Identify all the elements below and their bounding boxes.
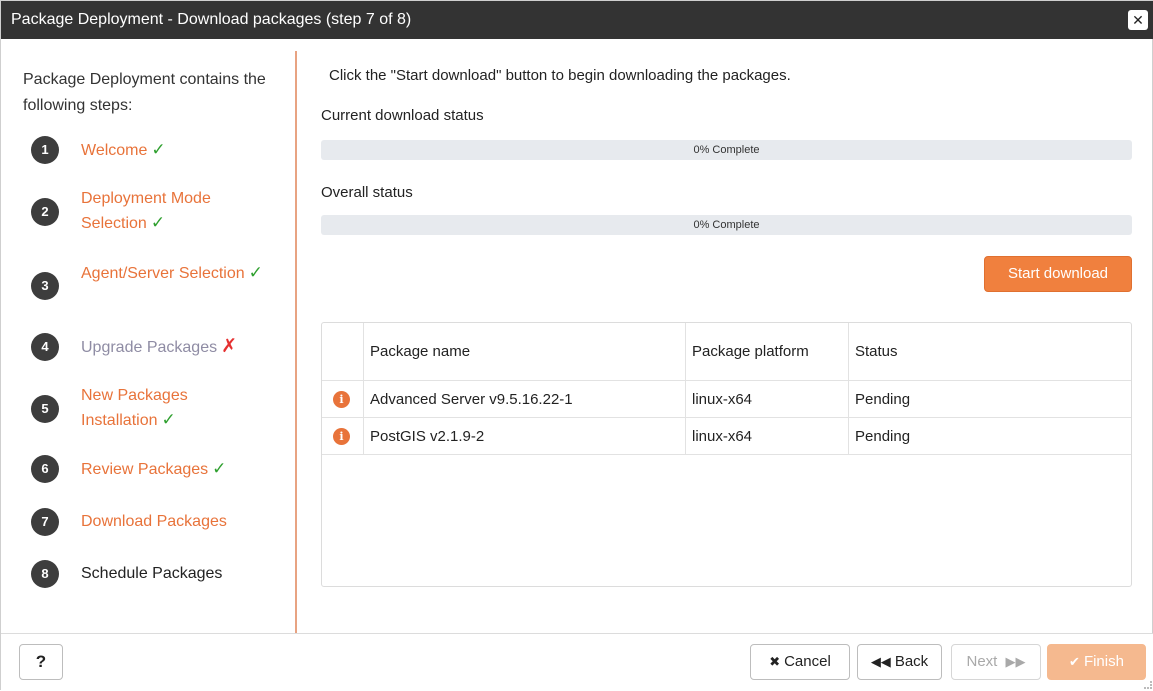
overall-status-label: Overall status xyxy=(321,184,413,201)
step-label: Deployment Mode Selection xyxy=(81,190,211,232)
close-button[interactable]: ✕ xyxy=(1128,10,1148,30)
table-row[interactable]: i Advanced Server v9.5.16.22-1 linux-x64… xyxy=(322,381,1131,418)
column-header-package-platform[interactable]: Package platform xyxy=(686,323,849,380)
checkmark-icon: ✓ xyxy=(161,410,176,429)
table-row[interactable]: i PostGIS v2.1.9-2 linux-x64 Pending xyxy=(322,418,1131,455)
checkmark-icon: ✓ xyxy=(150,213,166,232)
overall-progress-text: 0% Complete xyxy=(693,219,760,231)
step-number-badge: 6 xyxy=(31,455,59,483)
package-platform-cell: linux-x64 xyxy=(686,381,849,417)
package-deployment-dialog: Package Deployment - Download packages (… xyxy=(0,0,1153,691)
info-icon[interactable]: i xyxy=(333,428,350,445)
step-label: Download Packages xyxy=(81,513,227,530)
step-number-badge: 2 xyxy=(31,198,59,226)
step-number-badge: 1 xyxy=(31,136,59,164)
step-upgrade-packages: 4 Upgrade Packages ✗ xyxy=(31,333,286,387)
table-header-row: Package name Package platform Status xyxy=(322,323,1131,381)
next-label: Next xyxy=(966,653,998,670)
column-header-package-name[interactable]: Package name xyxy=(364,323,686,380)
step-number-badge: 3 xyxy=(31,272,59,300)
close-icon: ✖ xyxy=(769,654,781,669)
step-label: Upgrade Packages xyxy=(81,339,218,356)
package-name-cell: PostGIS v2.1.9-2 xyxy=(364,418,686,454)
back-label: Back xyxy=(894,653,929,670)
checkmark-icon: ✓ xyxy=(151,140,166,159)
checkmark-icon: ✓ xyxy=(212,459,227,478)
package-platform-cell: linux-x64 xyxy=(686,418,849,454)
package-status-cell: Pending xyxy=(855,428,911,445)
instructions-text: Click the "Start download" button to beg… xyxy=(329,67,791,84)
step-agent-server-selection: 3 Agent/Server Selection ✓ xyxy=(31,263,286,326)
title-bar: Package Deployment - Download packages (… xyxy=(1,1,1153,39)
step-number-badge: 8 xyxy=(31,560,59,588)
steps-sidebar: Package Deployment contains the followin… xyxy=(9,51,297,633)
packages-table: Package name Package platform Status i A… xyxy=(321,322,1132,587)
step-label: Welcome xyxy=(81,142,148,159)
step-new-packages-installation: 5 New Packages Installation ✓ xyxy=(31,387,286,449)
info-icon[interactable]: i xyxy=(333,391,350,408)
package-name-cell: Advanced Server v9.5.16.22-1 xyxy=(364,381,686,417)
current-progress-text: 0% Complete xyxy=(693,144,760,156)
cancel-label: Cancel xyxy=(784,653,831,670)
step-label: Review Packages xyxy=(81,461,209,478)
start-download-button[interactable]: Start download xyxy=(984,256,1132,292)
column-header-icon xyxy=(322,323,364,380)
step-label: Agent/Server Selection xyxy=(81,265,245,282)
dialog-footer: ? ✖ Cancel ◀◀ Back Next ▶▶ ✔ Finish xyxy=(1,633,1153,691)
step-number-badge: 5 xyxy=(31,395,59,423)
finish-button[interactable]: ✔ Finish xyxy=(1047,644,1146,680)
step-download-packages: 7 Download Packages xyxy=(31,508,286,562)
checkmark-icon: ✔ xyxy=(1069,654,1080,669)
next-button[interactable]: Next ▶▶ xyxy=(951,644,1041,680)
finish-label: Finish xyxy=(1083,653,1124,670)
package-status-cell: Pending xyxy=(855,391,911,408)
double-chevron-right-icon: ▶▶ xyxy=(1005,654,1026,669)
sidebar-intro: Package Deployment contains the followin… xyxy=(23,71,266,114)
cross-icon: ✗ xyxy=(221,336,238,357)
step-review-packages: 6 Review Packages ✓ xyxy=(31,455,286,509)
current-download-progress-bar: 0% Complete xyxy=(321,140,1132,160)
back-button[interactable]: ◀◀ Back xyxy=(857,644,942,680)
dialog-title: Package Deployment - Download packages (… xyxy=(11,11,412,28)
cancel-button[interactable]: ✖ Cancel xyxy=(750,644,850,680)
help-button[interactable]: ? xyxy=(19,644,63,680)
step-welcome: 1 Welcome ✓ xyxy=(31,136,286,190)
step-label: Schedule Packages xyxy=(81,565,223,582)
resize-grip[interactable] xyxy=(1144,681,1152,689)
overall-progress-bar: 0% Complete xyxy=(321,215,1132,235)
double-chevron-left-icon: ◀◀ xyxy=(870,654,891,669)
column-header-status[interactable]: Status xyxy=(849,323,1131,380)
step-number-badge: 4 xyxy=(31,333,59,361)
step-schedule-packages: 8 Schedule Packages xyxy=(31,560,286,614)
current-download-status-label: Current download status xyxy=(321,107,484,124)
step-number-badge: 7 xyxy=(31,508,59,536)
checkmark-icon: ✓ xyxy=(248,263,263,282)
close-icon: ✕ xyxy=(1132,12,1144,28)
step-deployment-mode-selection: 2 Deployment Mode Selection ✓ xyxy=(31,190,286,252)
